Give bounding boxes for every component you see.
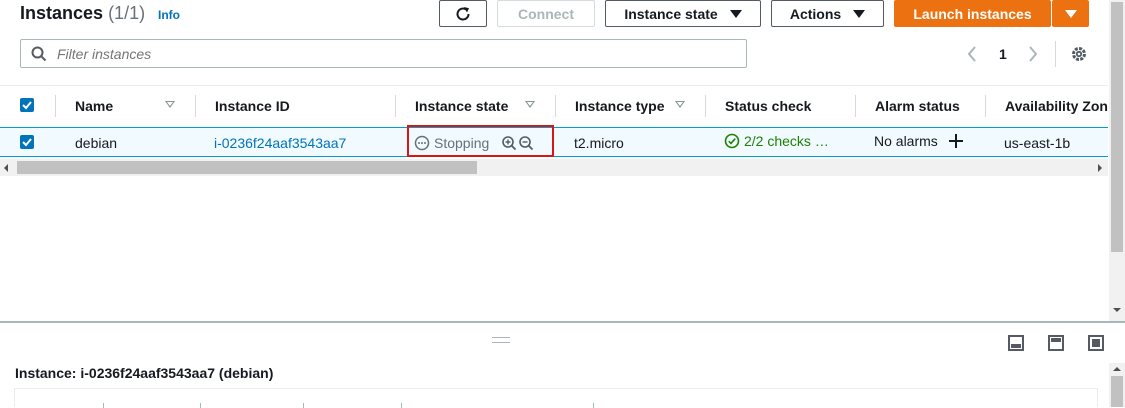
chevron-right-icon[interactable] [1027,46,1039,62]
launch-instances-button[interactable]: Launch instances [894,0,1051,27]
tab-separator [303,403,304,408]
actions-label: Actions [789,5,842,22]
cell-type: t2.micro [574,135,624,151]
column-separator [55,95,56,117]
vertical-scrollbar[interactable] [1109,0,1125,321]
row-checkbox[interactable] [20,135,34,149]
column-header-instance-id[interactable]: Instance ID [215,98,290,114]
split-pane-divider[interactable] [0,321,1125,323]
column-separator [395,95,396,117]
vertical-scroll-thumb[interactable] [1111,2,1123,252]
panel-side-icon[interactable] [1048,335,1064,351]
instance-state-label: Instance state [624,5,718,22]
check-circle-icon [724,133,740,149]
zoom-in-icon[interactable] [501,135,517,151]
plus-icon[interactable] [948,133,964,149]
detail-title: Instance: i-0236f24aaf3543aa7 (debian) [15,365,274,381]
search-box[interactable] [20,39,747,68]
instance-id-link[interactable]: i-0236f24aaf3543aa7 [214,135,346,151]
chevron-down-icon [729,9,742,18]
horizontal-scrollbar[interactable] [0,159,1108,176]
gear-icon[interactable] [1070,45,1088,63]
column-separator [705,95,706,117]
info-link[interactable]: Info [158,8,180,22]
column-header-alarm-status[interactable]: Alarm status [875,98,960,114]
actions-button[interactable]: Actions [771,0,884,27]
scroll-right-arrow[interactable] [1098,164,1102,172]
horizontal-scroll-thumb[interactable] [17,161,477,174]
table-top-border [0,85,1108,86]
tab-separator [593,403,594,408]
drag-handle[interactable] [492,337,510,343]
tab-separator [401,403,402,408]
detail-vertical-scrollbar[interactable] [1109,363,1125,407]
chevron-down-icon [1064,9,1077,18]
column-header-availability-zone[interactable]: Availability Zon [1005,98,1108,114]
search-icon [31,46,47,62]
check-icon [22,138,32,147]
page-number[interactable]: 1 [999,46,1007,62]
column-separator [555,95,556,117]
divider [1055,41,1056,67]
cell-az: us-east-1b [1004,135,1071,151]
column-separator [855,95,856,117]
tab-separator [200,403,201,408]
column-separator [985,95,986,117]
panel-full-icon[interactable] [1088,335,1104,351]
select-all-checkbox[interactable] [20,98,34,112]
panel-bottom-icon[interactable] [1008,335,1024,351]
scroll-left-arrow[interactable] [4,164,8,172]
check-icon [22,101,32,110]
column-header-name[interactable]: Name [75,98,113,114]
cell-alarm: No alarms [874,133,938,149]
connect-button[interactable]: Connect [497,0,595,27]
sort-icon[interactable] [675,101,685,108]
zoom-out-icon[interactable] [518,135,534,151]
scroll-up-arrow[interactable] [1113,367,1121,371]
chevron-down-icon [853,9,866,18]
tab-separator [103,403,104,408]
column-header-instance-type[interactable]: Instance type [575,98,664,114]
scroll-down-arrow[interactable] [1113,308,1121,312]
page-title: Instances (1/1) [20,3,145,24]
cell-status-check[interactable]: 2/2 checks … [744,133,829,149]
refresh-icon [456,6,470,20]
column-header-instance-state[interactable]: Instance state [415,98,508,114]
refresh-button[interactable] [439,0,487,27]
cell-state: Stopping [434,135,490,151]
sort-icon[interactable] [525,101,535,108]
instance-count: (1/1) [108,3,146,23]
detail-scroll-thumb[interactable] [1111,376,1123,407]
search-input[interactable] [55,43,739,65]
stopping-icon [414,135,430,151]
column-header-status-check[interactable]: Status check [725,98,811,114]
detail-tabs [14,388,1098,408]
sort-icon[interactable] [165,101,175,108]
chevron-left-icon[interactable] [966,46,978,62]
cell-name: debian [75,135,118,151]
launch-dropdown-button[interactable] [1052,0,1089,27]
column-separator [195,95,196,117]
instance-state-button[interactable]: Instance state [605,0,761,27]
table-row[interactable] [0,127,1108,157]
page-title-text: Instances [20,3,104,23]
